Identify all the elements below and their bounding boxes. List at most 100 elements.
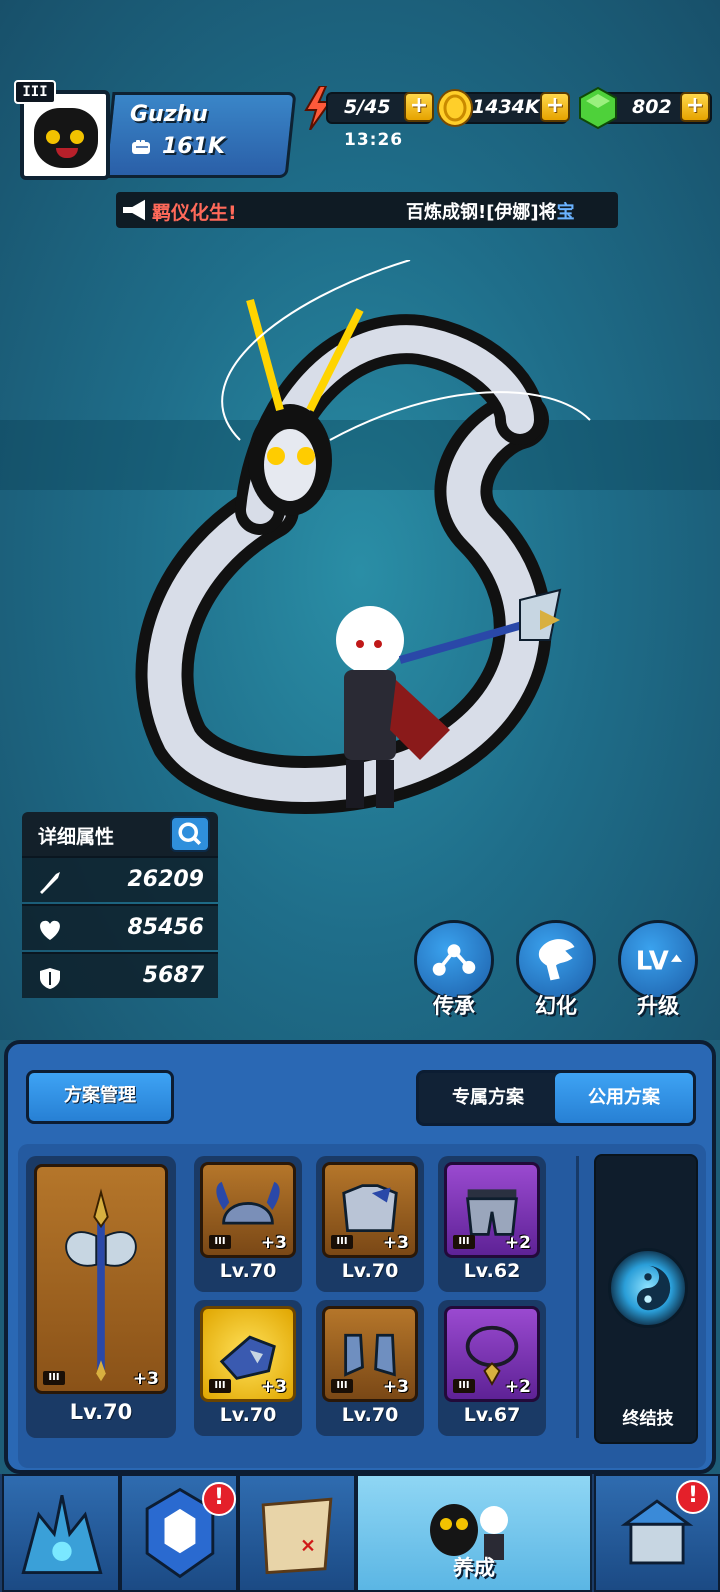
armor-enhance: +3 [382,1233,409,1253]
gold-coin-icon [437,89,473,127]
equip-slot-gauntlet[interactable]: III +3 Lv.70 [194,1300,302,1436]
stat-attack-value: 26209 [127,867,204,892]
yin-yang-icon [608,1248,688,1328]
add-stamina-button[interactable]: + [404,92,434,122]
avatar-mouth [56,148,78,158]
heart-icon [40,920,60,940]
level-up-label: 升级 [637,994,679,1018]
weapon-rarity: III [43,1371,65,1385]
stat-row-hp: 85456 [22,904,218,950]
boots-level: Lv.70 [341,1404,399,1426]
helmet-rarity: III [209,1235,231,1249]
stamina-counter: 5/45 + [326,92,434,124]
gauntlet-level: Lv.70 [219,1404,277,1426]
plan-tabs: 专属方案 公用方案 [416,1070,696,1126]
transform-icon [538,939,575,981]
stats-panel: 详细属性 26209 85456 5687 [22,812,218,1012]
equip-slot-necklace[interactable]: III +2 Lv.67 [438,1300,546,1436]
nav-shop-alert-badge: ! [676,1480,710,1514]
stat-row-defense: 5687 [22,952,218,998]
nav-castle[interactable] [2,1474,120,1592]
weapon-enhance: +3 [132,1369,159,1389]
transform-button[interactable]: 幻化 [514,920,598,1020]
ticker-message-2-text: 百炼成钢![伊娜]将 [406,202,557,223]
ultimate-skill-slot[interactable]: 终结技 [594,1154,698,1444]
boots-tile: III +3 [322,1306,418,1402]
character-artwork[interactable] [120,260,620,840]
equip-slot-helmet[interactable]: III +3 Lv.70 [194,1156,302,1292]
axe-icon [65,1188,137,1382]
stat-row-attack: 26209 [22,856,218,902]
ticker-message-2: 百炼成钢![伊娜]将宝 [406,198,575,224]
equip-slot-pants[interactable]: III +2 Lv.62 [438,1156,546,1292]
add-gems-button[interactable]: + [680,92,710,122]
bottom-nav: ! × 养成 ! [0,1474,720,1592]
stats-detail-button[interactable] [170,816,210,852]
equip-slot-armor[interactable]: III +3 Lv.70 [316,1156,424,1292]
stat-hp-value: 85456 [127,915,204,940]
player-profile[interactable]: III Guzhu 161K [14,80,297,180]
boots-enhance: +3 [382,1377,409,1397]
level-up-icon: LV [636,946,683,976]
svg-text:×: × [300,1533,316,1556]
stamina-value: 5/45 [344,96,391,118]
necklace-level: Lv.67 [463,1404,521,1426]
helmet-level: Lv.70 [219,1260,277,1282]
sword-icon [40,872,60,894]
necklace-rarity: III [453,1379,475,1393]
gem-icon [579,86,617,130]
helmet-enhance: +3 [260,1233,287,1253]
gauntlet-enhance: +3 [260,1377,287,1397]
plan-manage-button[interactable]: 方案管理 [26,1070,174,1124]
level-up-button-circle: LV [618,920,698,1000]
helmet-tile: III +3 [200,1162,296,1258]
pants-rarity: III [453,1235,475,1249]
inherit-icon [432,944,476,976]
necklace-tile: III +2 [444,1306,540,1402]
armor-tile: III +3 [322,1162,418,1258]
avatar-face [34,108,98,168]
armor-rarity: III [331,1235,353,1249]
panel-divider [576,1156,579,1438]
nav-cards-alert-badge: ! [202,1482,236,1516]
boots-rarity: III [331,1379,353,1393]
inherit-button[interactable]: 传承 [412,920,496,1020]
armor-level: Lv.70 [341,1260,399,1282]
avatar-eye [70,130,84,144]
equip-slot-weapon[interactable]: III +3 Lv.70 [26,1156,176,1438]
equip-slot-boots[interactable]: III +3 Lv.70 [316,1300,424,1436]
ticker-message-1: 羁仪化生! [152,202,237,224]
pants-tile: III +2 [444,1162,540,1258]
megaphone-icon [121,196,147,224]
nav-map[interactable]: × [238,1474,356,1592]
gauntlet-rarity: III [209,1379,231,1393]
transform-label: 幻化 [535,994,577,1018]
tab-exclusive-plan[interactable]: 专属方案 [419,1073,557,1123]
gem-value: 802 [632,96,672,118]
add-gold-button[interactable]: + [540,92,570,122]
nav-train[interactable]: 养成 [356,1474,592,1592]
nav-cards[interactable]: ! [120,1474,238,1592]
tab-public-plan[interactable]: 公用方案 [555,1073,693,1123]
yin-yang-symbol [636,1265,671,1311]
stat-defense-value: 5687 [142,963,204,988]
search-icon [178,822,202,846]
announcement-ticker[interactable]: 羁仪化生! 百炼成钢![伊娜]将宝 [116,192,618,228]
weapon-tile: III +3 [34,1164,168,1394]
ultimate-label: 终结技 [622,1409,674,1429]
necklace-enhance: +2 [504,1377,531,1397]
avatar-eye [46,130,60,144]
treasure-map-icon: × [261,1497,333,1575]
inherit-label: 传承 [433,994,475,1018]
nav-shop[interactable]: ! [594,1474,720,1592]
fist-icon [132,140,150,154]
gauntlet-tile: III +3 [200,1306,296,1402]
equipment-panel: 方案管理 专属方案 公用方案 III +3 Lv.70 III +3 Lv.70… [4,1040,716,1474]
level-up-button[interactable]: LV 升级 [616,920,700,1020]
svg-text:LV: LV [636,946,669,976]
rank-badge: III [14,80,56,104]
stamina-timer: 13:26 [344,130,404,150]
castle-icon [21,1495,103,1575]
stats-header: 详细属性 [22,812,218,856]
nav-train-label: 养成 [453,1556,495,1580]
